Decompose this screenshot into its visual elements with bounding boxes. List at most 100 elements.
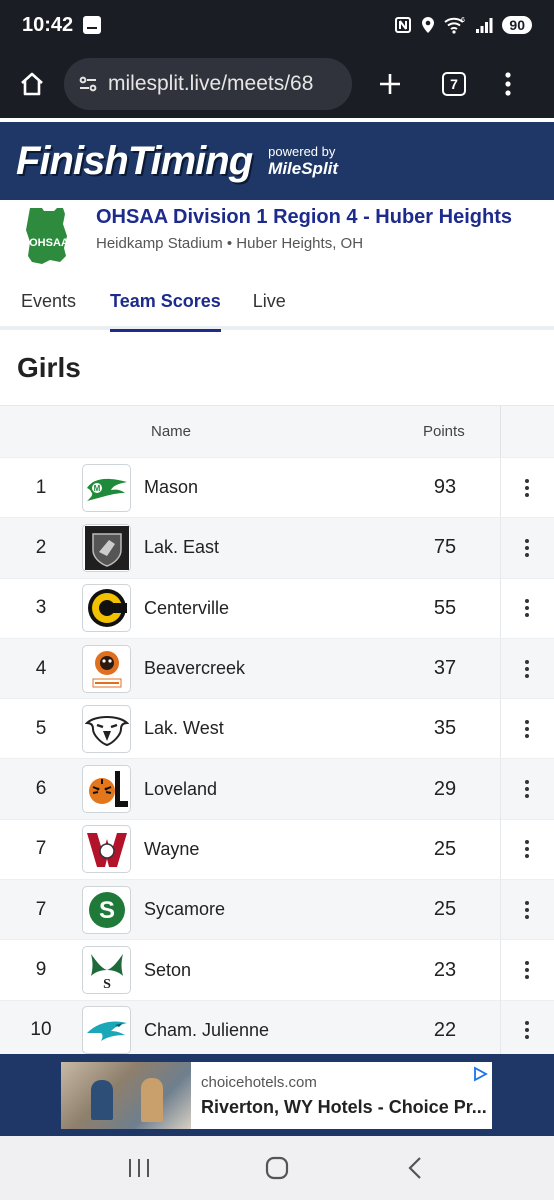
table-row[interactable]: 2 Lak. East 75 xyxy=(0,517,554,578)
team-points: 55 xyxy=(433,596,457,619)
wifi-generation-label: 6 xyxy=(461,17,465,24)
team-scores-table: Name Points 1 M Mason 93 2 Lak. East 75 3 Center… xyxy=(0,405,554,1061)
team-place: 10 xyxy=(30,1019,52,1041)
home-nav-button[interactable] xyxy=(247,1143,307,1193)
eagle-head-logo xyxy=(82,704,131,753)
meet-title[interactable]: OHSAA Division 1 Region 4 - Huber Height… xyxy=(96,206,512,229)
table-row[interactable]: 7 S Sycamore 25 xyxy=(0,879,554,940)
row-menu-button[interactable] xyxy=(500,879,552,940)
ohsaa-logo: OHSAA xyxy=(24,206,74,266)
recent-apps-icon xyxy=(129,1159,149,1177)
team-name[interactable]: Wayne xyxy=(144,839,199,860)
finishtiming-logo[interactable]: FinishTiming xyxy=(16,139,253,184)
svg-text:M: M xyxy=(93,484,100,493)
column-header-name[interactable]: Name xyxy=(151,423,191,440)
column-header-points[interactable]: Points xyxy=(423,423,465,440)
home-button[interactable] xyxy=(2,54,62,114)
row-menu-button[interactable] xyxy=(500,759,552,820)
table-row[interactable]: 9 S Seton 23 xyxy=(0,939,554,1001)
powered-by-label: powered by xyxy=(268,143,336,159)
more-vert-icon xyxy=(524,780,529,799)
table-row[interactable]: 3 Centerville 55 xyxy=(0,577,554,639)
notification-app-icon xyxy=(83,16,102,34)
ad-banner: choicehotels.com Riverton, WY Hotels - C… xyxy=(0,1054,554,1136)
team-place: 7 xyxy=(35,898,47,920)
table-row[interactable]: 5 Lak. West 35 xyxy=(0,698,554,759)
milesplit-logo[interactable]: MileSplit xyxy=(268,159,338,179)
team-place: 9 xyxy=(35,959,47,981)
team-points: 35 xyxy=(433,717,457,740)
row-menu-button[interactable] xyxy=(500,940,552,1001)
svg-text:S: S xyxy=(98,897,114,924)
team-name[interactable]: Lak. West xyxy=(144,718,224,739)
team-place: 1 xyxy=(35,476,47,498)
address-bar[interactable]: milesplit.live/meets/68 xyxy=(64,58,352,110)
team-place: 5 xyxy=(35,717,47,739)
sycamore-s-logo: S xyxy=(82,885,131,934)
more-vert-icon xyxy=(524,478,529,497)
row-menu-button[interactable] xyxy=(500,1000,552,1061)
team-name[interactable]: Centerville xyxy=(144,598,229,619)
team-points: 37 xyxy=(433,657,457,680)
powered-by: powered by MileSplit xyxy=(268,144,338,179)
more-vert-icon xyxy=(524,840,529,859)
ad-headline: Riverton, WY Hotels - Choice Pr... xyxy=(201,1096,487,1117)
row-menu-button[interactable] xyxy=(500,698,552,759)
team-points: 25 xyxy=(433,898,457,921)
tab-events[interactable]: Events xyxy=(21,272,76,330)
ad-card[interactable]: choicehotels.com Riverton, WY Hotels - C… xyxy=(61,1062,492,1129)
team-points: 25 xyxy=(433,837,457,860)
team-place: 7 xyxy=(35,838,47,860)
tab-switcher-button[interactable]: 7 xyxy=(428,58,480,110)
team-place: 2 xyxy=(35,536,47,558)
team-name[interactable]: Loveland xyxy=(144,779,217,800)
table-row[interactable]: 4 Beavercreek 37 xyxy=(0,637,554,699)
cell-signal-icon xyxy=(475,16,493,34)
table-row[interactable]: 10 Cham. Julienne 22 xyxy=(0,999,554,1061)
tiger-l-logo xyxy=(82,765,131,814)
team-place: 4 xyxy=(35,657,47,679)
tab-team-scores[interactable]: Team Scores xyxy=(110,272,221,332)
table-row[interactable]: 7 Wayne 25 xyxy=(0,818,554,880)
team-points: 93 xyxy=(433,476,457,499)
recent-apps-button[interactable] xyxy=(109,1143,169,1193)
tab-live[interactable]: Live xyxy=(253,272,286,330)
team-name[interactable]: Seton xyxy=(144,960,191,981)
ad-choices-icon[interactable] xyxy=(472,1066,488,1087)
team-name[interactable]: Cham. Julienne xyxy=(144,1020,269,1041)
wayne-w-logo xyxy=(82,825,131,874)
more-vert-icon xyxy=(505,72,511,96)
table-row[interactable]: 1 M Mason 93 xyxy=(0,457,554,518)
new-tab-button[interactable] xyxy=(364,58,416,110)
more-vert-icon xyxy=(524,961,529,980)
team-points: 75 xyxy=(433,536,457,559)
nfc-icon xyxy=(394,16,412,34)
row-menu-button[interactable] xyxy=(500,517,552,578)
team-name[interactable]: Beavercreek xyxy=(144,658,245,679)
browser-menu-button[interactable] xyxy=(488,58,528,110)
row-menu-button[interactable] xyxy=(500,638,552,699)
status-time: 10:42 xyxy=(22,13,74,36)
table-row[interactable]: 6 Loveland 29 xyxy=(0,758,554,820)
team-name[interactable]: Lak. East xyxy=(144,537,219,558)
team-name[interactable]: Mason xyxy=(144,477,198,498)
status-bar: 10:42 6 90 xyxy=(0,0,554,50)
beaver-logo xyxy=(82,644,131,693)
plus-icon xyxy=(380,74,400,94)
back-chevron-icon xyxy=(408,1157,421,1179)
location-icon xyxy=(421,16,435,34)
back-button[interactable] xyxy=(385,1143,445,1193)
team-name[interactable]: Sycamore xyxy=(144,899,225,920)
wifi-icon: 6 xyxy=(444,16,466,34)
more-vert-icon xyxy=(524,900,529,919)
team-place: 6 xyxy=(35,778,47,800)
meet-venue: Heidkamp Stadium • Huber Heights, OH xyxy=(96,235,364,252)
svg-text:S: S xyxy=(103,977,111,992)
ad-domain: choicehotels.com xyxy=(201,1073,317,1091)
row-menu-button[interactable] xyxy=(500,578,552,639)
hawks-shield-logo xyxy=(82,523,131,572)
elks-c-logo xyxy=(82,584,131,633)
row-menu-button[interactable] xyxy=(500,457,552,518)
row-menu-button[interactable] xyxy=(500,819,552,880)
url-text: milesplit.live/meets/68 xyxy=(108,72,314,95)
